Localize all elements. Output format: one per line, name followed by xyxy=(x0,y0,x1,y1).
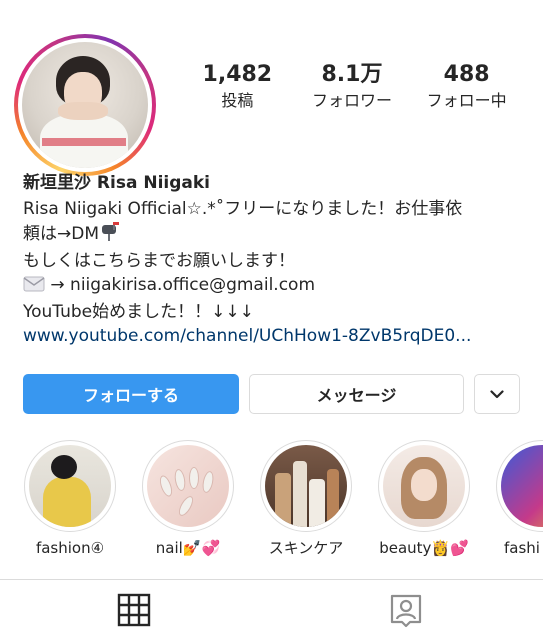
bio-line-4-text: → niigakirisa.office@gmail.com xyxy=(50,275,316,295)
tab-tagged[interactable] xyxy=(386,592,426,632)
tab-divider xyxy=(0,579,543,580)
highlight-fashion-2[interactable]: fashi xyxy=(494,440,543,558)
highlight-nail[interactable]: nail💅💞 xyxy=(140,440,236,558)
avatar-photo xyxy=(22,42,148,168)
highlight-label: fashi xyxy=(504,539,540,557)
tagged-person-icon xyxy=(388,592,424,632)
envelope-icon xyxy=(23,275,45,300)
message-button[interactable]: メッセージ xyxy=(249,374,464,414)
bio-line-4: → niigakirisa.office@gmail.com xyxy=(23,273,528,300)
highlight-cover xyxy=(29,445,111,527)
highlight-skincare[interactable]: スキンケア xyxy=(258,440,354,558)
highlight-cover xyxy=(383,445,465,527)
highlight-label: beauty👸💕 xyxy=(379,539,469,557)
stat-followers-count: 8.1万 xyxy=(321,62,383,87)
stat-followers-label: フォロワー xyxy=(311,91,392,110)
bio-line-1: Risa Niigaki Official☆.*˚フリーになりました！お仕事依 xyxy=(23,198,463,219)
highlight-cover xyxy=(265,445,347,527)
highlight-fashion[interactable]: fashion④ xyxy=(22,440,118,558)
bio-line-3: もしくはこちらまでお願いします！ xyxy=(23,250,295,271)
highlight-beauty[interactable]: beauty👸💕 xyxy=(376,440,472,558)
profile-link[interactable]: www.youtube.com/channel/UChHow1-8ZvB5rqD… xyxy=(23,324,528,349)
highlight-cover xyxy=(147,445,229,527)
profile-name: 新垣里沙 Risa Niigaki xyxy=(23,173,210,193)
profile-avatar[interactable] xyxy=(14,34,156,176)
stat-following-label: フォロー中 xyxy=(426,91,507,110)
highlight-label: fashion④ xyxy=(35,539,105,557)
profile-stats: 1,482 投稿 8.1万 フォロワー 488 フォロー中 xyxy=(180,62,524,112)
tab-grid[interactable] xyxy=(114,592,154,632)
profile-bio: 新垣里沙 Risa Niigaki Risa Niigaki Official☆… xyxy=(23,171,528,349)
story-highlights: fashion④ nail💅💞 スキンケア beauty👸💕 fashi xyxy=(0,440,543,570)
highlight-cover xyxy=(501,445,543,527)
mailbox-icon xyxy=(99,221,121,249)
stat-followers[interactable]: 8.1万 フォロワー xyxy=(297,62,407,112)
stat-posts-label: 投稿 xyxy=(221,91,254,110)
follow-button[interactable]: フォローする xyxy=(23,374,239,414)
bio-line-2-text: 頼は→DM xyxy=(23,224,100,244)
stat-posts[interactable]: 1,482 投稿 xyxy=(182,62,292,112)
highlight-label: スキンケア xyxy=(268,539,344,557)
bio-line-2: 頼は→DM xyxy=(23,221,528,249)
suggested-dropdown-button[interactable] xyxy=(474,374,520,414)
stat-posts-count: 1,482 xyxy=(202,62,273,87)
stat-following[interactable]: 488 フォロー中 xyxy=(412,62,522,112)
bio-line-5: YouTube始めました！！↓↓↓ xyxy=(23,301,254,322)
highlight-label: nail💅💞 xyxy=(155,539,221,557)
grid-icon xyxy=(117,593,151,631)
stat-following-count: 488 xyxy=(443,62,490,87)
chevron-down-icon xyxy=(490,387,504,402)
